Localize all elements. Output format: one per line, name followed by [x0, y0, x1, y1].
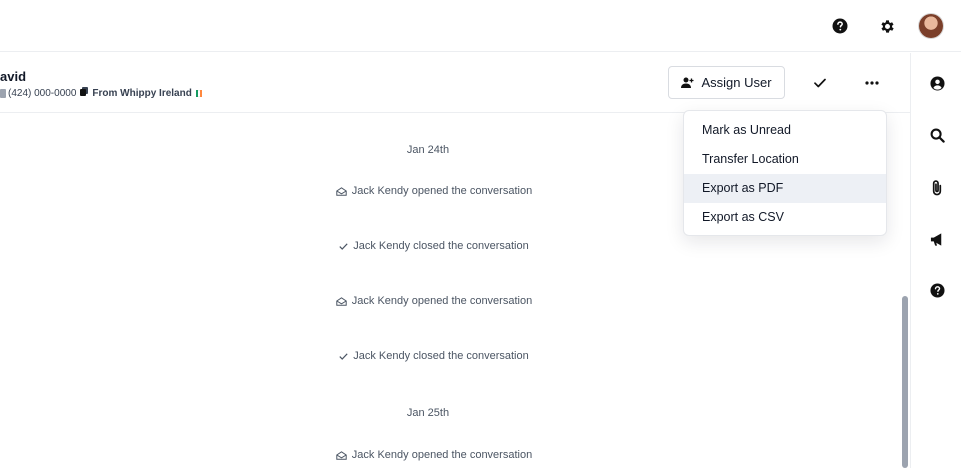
paperclip-icon[interactable] — [927, 177, 947, 197]
timeline-event: Jack Kendy opened the conversation — [0, 449, 868, 461]
contact-location: From Whippy Ireland — [92, 87, 192, 99]
contact-meta: (424) 000-0000 From Whippy Ireland — [0, 87, 202, 99]
check-icon — [339, 242, 348, 250]
envelope-open-icon — [336, 450, 347, 460]
timeline-scrollbar[interactable] — [902, 296, 908, 468]
timeline-event-text: Jack Kendy closed the conversation — [353, 240, 529, 252]
menu-item-export-csv[interactable]: Export as CSV — [684, 203, 886, 232]
top-header — [0, 0, 961, 52]
avatar[interactable] — [919, 14, 943, 38]
menu-item-transfer-location[interactable]: Transfer Location — [684, 145, 886, 174]
megaphone-icon[interactable] — [927, 229, 947, 249]
timeline-event: Jack Kendy opened the conversation — [0, 295, 868, 307]
timeline-event-text: Jack Kendy opened the conversation — [351, 449, 533, 461]
timeline-event-text: Jack Kendy closed the conversation — [353, 350, 529, 362]
conversation-header: avid (424) 000-0000 From Whippy Ireland — [0, 53, 910, 113]
menu-item-mark-unread[interactable]: Mark as Unread — [684, 116, 886, 145]
check-icon — [814, 78, 826, 88]
contact-phone: (424) 000-0000 — [8, 87, 77, 99]
more-options-menu: Mark as Unread Transfer Location Export … — [683, 110, 887, 236]
help-icon[interactable] — [927, 280, 947, 300]
copy-icon — [80, 87, 89, 99]
timeline-event-text: Jack Kendy opened the conversation — [351, 185, 533, 197]
assign-user-button[interactable]: Assign User — [668, 66, 785, 99]
timeline-event: Jack Kendy closed the conversation — [0, 350, 868, 362]
assign-user-label: Assign User — [701, 75, 772, 90]
contact-name: avid — [0, 69, 27, 84]
envelope-open-icon — [336, 186, 347, 196]
gear-icon[interactable] — [876, 15, 898, 37]
right-sidebar — [910, 53, 961, 468]
date-divider: Jan 25th — [406, 407, 450, 419]
ireland-flag-icon — [195, 89, 202, 97]
timeline-event-text: Jack Kendy opened the conversation — [351, 295, 533, 307]
menu-item-export-pdf[interactable]: Export as PDF — [684, 174, 886, 203]
phone-icon — [0, 88, 6, 98]
check-icon — [339, 352, 348, 360]
help-icon[interactable] — [829, 15, 851, 37]
more-options-button[interactable] — [860, 71, 884, 95]
timeline-event: Jack Kendy closed the conversation — [0, 240, 868, 252]
app-window: avid (424) 000-0000 From Whippy Ireland — [0, 0, 961, 468]
user-plus-icon — [681, 77, 694, 88]
close-conversation-button[interactable] — [808, 71, 832, 95]
search-icon[interactable] — [927, 125, 947, 145]
envelope-open-icon — [336, 296, 347, 306]
ellipsis-icon — [865, 81, 879, 85]
user-circle-icon[interactable] — [927, 73, 947, 93]
